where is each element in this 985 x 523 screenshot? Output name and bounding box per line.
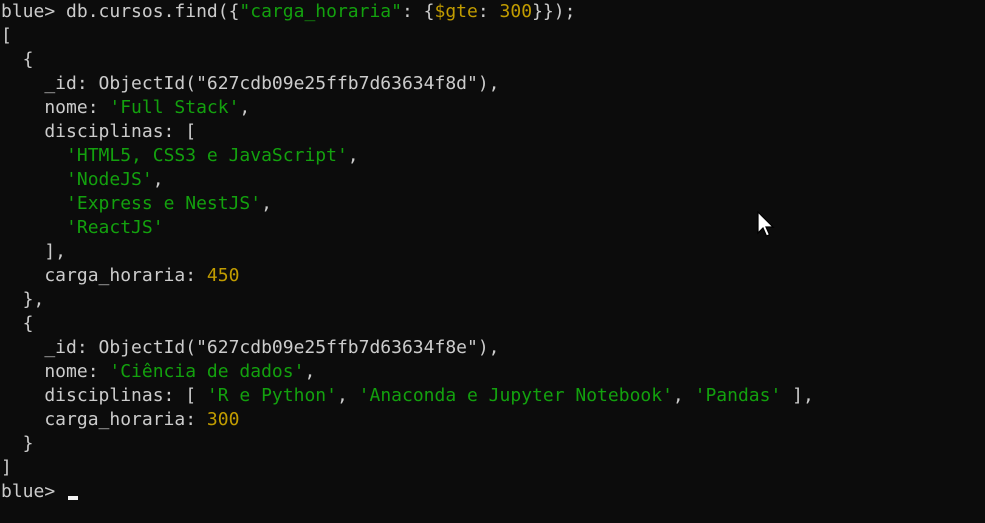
command-line: blue> db.cursos.find({"carga_horaria": {… bbox=[0, 0, 985, 24]
block-cursor-icon bbox=[68, 496, 79, 500]
terminal-window[interactable]: blue> db.cursos.find({"carga_horaria": {… bbox=[0, 0, 985, 523]
query-colon: : { bbox=[401, 1, 435, 22]
query-operator: $gte bbox=[434, 1, 478, 22]
arrow-cursor-icon bbox=[757, 211, 775, 237]
doc2-carga-key: carga_horaria: bbox=[1, 409, 207, 430]
doc1-carga-value: 450 bbox=[206, 265, 240, 286]
doc1-nome-value: 'Full Stack' bbox=[109, 97, 240, 118]
command-prefix: db.cursos.find({ bbox=[66, 1, 240, 22]
input-line[interactable]: blue> bbox=[0, 480, 985, 504]
separator: , bbox=[672, 385, 695, 406]
comma: , bbox=[347, 145, 359, 166]
doc1-id: _id: ObjectId("627cdb09e25ffb7d63634f8d"… bbox=[1, 73, 500, 94]
result-close-bracket: ] bbox=[1, 457, 12, 478]
comma: , bbox=[152, 169, 164, 190]
doc2-close: } bbox=[1, 433, 34, 454]
doc1-carga: carga_horaria: 450 bbox=[0, 264, 985, 288]
final-prompt: blue> bbox=[1, 481, 67, 502]
query-key: "carga_horaria" bbox=[239, 1, 402, 22]
separator: , bbox=[336, 385, 359, 406]
doc2-disciplinas: disciplinas: [ 'R e Python', 'Anaconda e… bbox=[0, 384, 985, 408]
doc2-disciplinas-key: disciplinas: [ bbox=[1, 385, 207, 406]
doc1-disciplina-item: 'HTML5, CSS3 e JavaScript', bbox=[0, 144, 985, 168]
doc1-disciplinas-close: ], bbox=[1, 241, 67, 262]
doc1-disciplina-item: 'Express e NestJS', bbox=[0, 192, 985, 216]
doc2-id: _id: ObjectId("627cdb09e25ffb7d63634f8e"… bbox=[1, 337, 500, 358]
doc1-disciplina-value: 'NodeJS' bbox=[66, 169, 153, 190]
doc2-nome-key: nome: bbox=[1, 361, 110, 382]
doc2-nome-end: , bbox=[304, 361, 316, 382]
doc2-disciplina-value: 'R e Python' bbox=[206, 385, 337, 406]
doc1-disciplina-value: 'ReactJS' bbox=[66, 217, 164, 238]
doc1-disciplinas-open: disciplinas: [ bbox=[1, 121, 197, 142]
doc2-open: { bbox=[1, 313, 34, 334]
command-suffix: }}); bbox=[532, 1, 576, 22]
doc2-nome: nome: 'Ciência de dados', bbox=[0, 360, 985, 384]
doc1-disciplina-item: 'ReactJS' bbox=[0, 216, 985, 240]
prompt: blue> bbox=[1, 1, 67, 22]
doc1-nome-key: nome: bbox=[1, 97, 110, 118]
doc1-open: { bbox=[1, 49, 34, 70]
doc1-carga-key: carga_horaria: bbox=[1, 265, 207, 286]
doc1-disciplina-value: 'HTML5, CSS3 e JavaScript' bbox=[66, 145, 348, 166]
doc2-disciplina-value: 'Anaconda e Jupyter Notebook' bbox=[358, 385, 673, 406]
doc2-nome-value: 'Ciência de dados' bbox=[109, 361, 305, 382]
doc1-disciplina-item: 'NodeJS', bbox=[0, 168, 985, 192]
comma: , bbox=[261, 193, 272, 214]
query-colon2: : bbox=[477, 1, 500, 22]
doc1-disciplina-value: 'Express e NestJS' bbox=[66, 193, 262, 214]
doc1-nome: nome: 'Full Stack', bbox=[0, 96, 985, 120]
doc2-carga-value: 300 bbox=[206, 409, 240, 430]
doc2-disciplinas-end: ], bbox=[781, 385, 814, 406]
doc1-nome-end: , bbox=[239, 97, 251, 118]
doc1-close: }, bbox=[1, 289, 45, 310]
result-open-bracket: [ bbox=[1, 25, 12, 46]
doc2-disciplina-value: 'Pandas' bbox=[694, 385, 782, 406]
doc2-carga: carga_horaria: 300 bbox=[0, 408, 985, 432]
query-value: 300 bbox=[499, 1, 533, 22]
